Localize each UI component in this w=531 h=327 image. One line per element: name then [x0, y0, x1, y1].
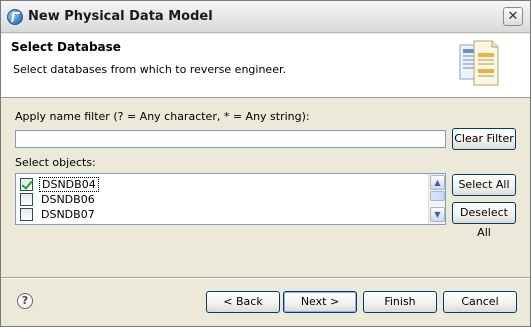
- wizard-window: New Physical Data Model ✕ Select Databas…: [0, 0, 531, 327]
- checkbox-dsndb04[interactable]: [20, 178, 33, 191]
- select-objects-label: Select objects:: [15, 156, 96, 169]
- select-all-label: Select All: [458, 178, 510, 191]
- clear-filter-label: Clear Filter: [454, 132, 514, 145]
- back-button[interactable]: < Back: [206, 291, 280, 313]
- app-icon: [7, 9, 23, 25]
- scroll-up-arrow-icon[interactable]: ▲: [430, 175, 445, 190]
- back-label: < Back: [223, 295, 263, 308]
- deselect-all-label: Deselect All: [460, 206, 508, 239]
- name-filter-input[interactable]: [15, 130, 446, 148]
- scroll-down-arrow-icon[interactable]: ▼: [430, 207, 445, 222]
- finish-label: Finish: [384, 295, 416, 308]
- filter-label: Apply name filter (? = Any character, * …: [15, 110, 310, 123]
- objects-list[interactable]: DSNDB04 DSNDB06 DSNDB07 ▲ ▼: [15, 173, 446, 225]
- close-button[interactable]: ✕: [503, 7, 523, 26]
- deselect-all-button[interactable]: Deselect All: [452, 202, 516, 239]
- title-bar: New Physical Data Model ✕: [1, 1, 530, 33]
- cancel-label: Cancel: [461, 295, 499, 308]
- select-all-button[interactable]: Select All: [452, 174, 516, 196]
- next-button[interactable]: Next >: [283, 291, 357, 313]
- data-model-wizard-icon: [459, 40, 499, 86]
- list-item-label: DSNDB04: [39, 177, 99, 192]
- list-scrollbar[interactable]: ▲ ▼: [428, 174, 445, 224]
- page-title: Select Database: [11, 40, 121, 54]
- list-item-label: DSNDB07: [41, 208, 95, 221]
- list-item[interactable]: DSNDB06: [20, 192, 97, 207]
- wizard-header: Select Database Select databases from wh…: [1, 34, 530, 98]
- cancel-button[interactable]: Cancel: [443, 291, 517, 313]
- next-label: Next >: [300, 295, 340, 308]
- list-item-label: DSNDB06: [41, 193, 95, 206]
- scroll-thumb[interactable]: [430, 191, 445, 201]
- help-icon[interactable]: ?: [17, 293, 33, 309]
- checkbox-dsndb06[interactable]: [20, 193, 33, 206]
- page-description: Select databases from which to reverse e…: [13, 63, 286, 76]
- checkbox-dsndb07[interactable]: [20, 208, 33, 221]
- footer-separator: [1, 277, 530, 279]
- list-item[interactable]: DSNDB07: [20, 207, 97, 222]
- finish-button[interactable]: Finish: [363, 291, 437, 313]
- list-item[interactable]: DSNDB04: [20, 177, 99, 192]
- clear-filter-button[interactable]: Clear Filter: [452, 128, 516, 150]
- window-title: New Physical Data Model: [28, 9, 213, 24]
